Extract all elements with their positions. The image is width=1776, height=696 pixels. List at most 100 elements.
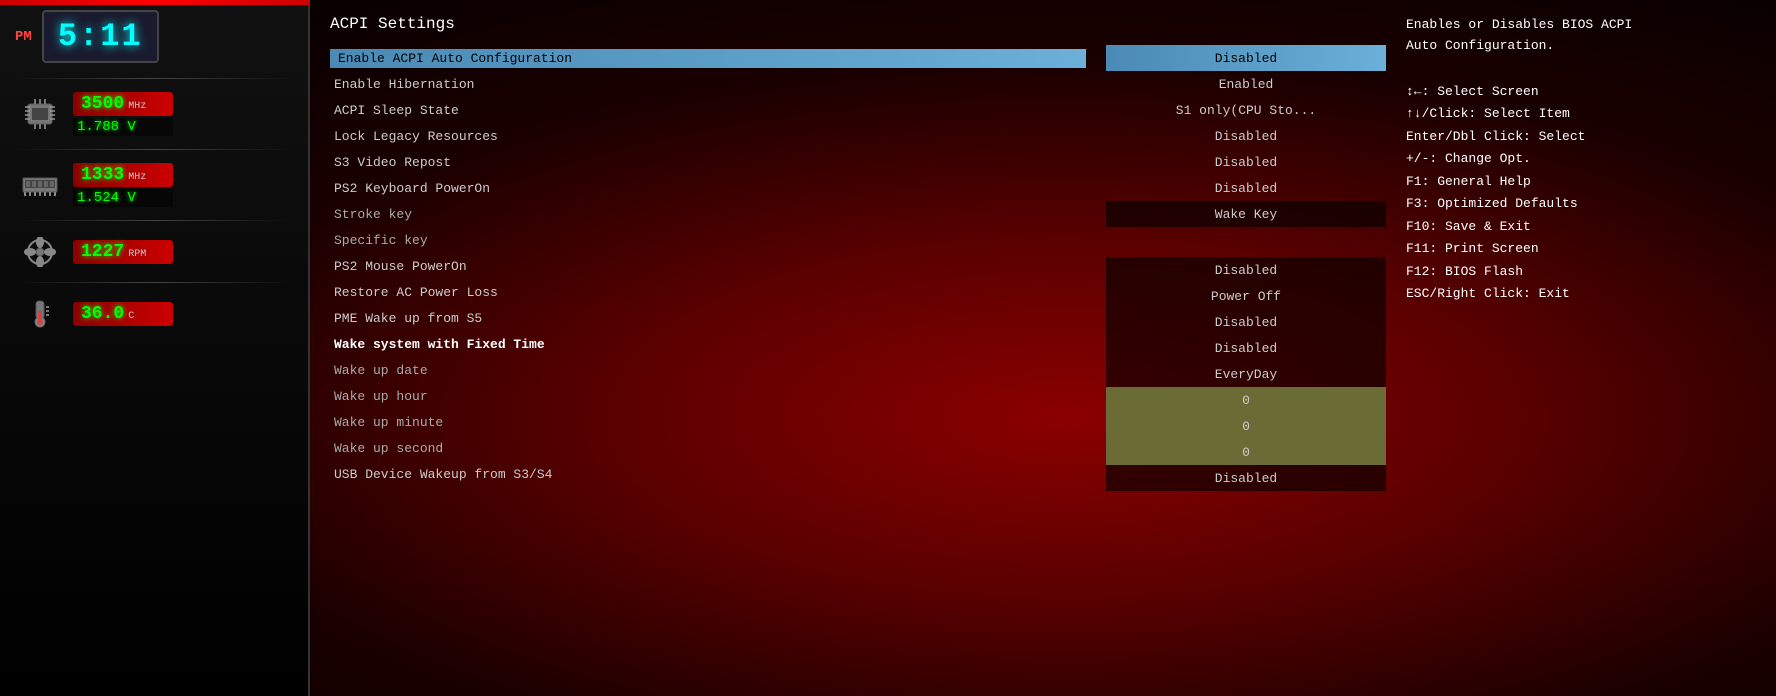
value-box-6: Wake Key bbox=[1106, 201, 1386, 227]
setting-row-14: Wake up minute bbox=[330, 409, 1086, 435]
setting-row-1[interactable]: Enable Hibernation bbox=[330, 71, 1086, 97]
value-box-1: Enabled bbox=[1106, 71, 1386, 97]
cpu-stat-row: 3500 MHz 1.788 V bbox=[15, 92, 293, 136]
divider-2 bbox=[15, 149, 293, 150]
value-box-3: Disabled bbox=[1106, 123, 1386, 149]
fan-rpm-badge: 1227 RPM bbox=[73, 240, 173, 264]
divider-3 bbox=[15, 220, 293, 221]
value-9: Power Off bbox=[1211, 289, 1281, 304]
value-0: Disabled bbox=[1215, 51, 1277, 66]
setting-label-0: Enable ACPI Auto Configuration bbox=[330, 49, 1086, 68]
setting-label-9: Restore AC Power Loss bbox=[330, 283, 502, 302]
settings-area: Enable ACPI Auto Configuration Enable Hi… bbox=[330, 45, 1386, 681]
setting-label-14: Wake up minute bbox=[330, 413, 447, 432]
value-box-8: Disabled bbox=[1106, 257, 1386, 283]
pm-label: PM bbox=[15, 29, 32, 45]
setting-row-4[interactable]: S3 Video Repost bbox=[330, 149, 1086, 175]
ram-freq-unit: MHz bbox=[128, 172, 146, 183]
help-desc-line1: Enables or Disables BIOS ACPI bbox=[1406, 17, 1632, 32]
value-box-5: Disabled bbox=[1106, 175, 1386, 201]
value-6: Wake Key bbox=[1215, 207, 1277, 222]
value-16: Disabled bbox=[1215, 471, 1277, 486]
setting-row-12: Wake up date bbox=[330, 357, 1086, 383]
setting-label-2: ACPI Sleep State bbox=[330, 101, 463, 120]
fan-values: 1227 RPM bbox=[73, 240, 173, 264]
setting-row-7: Specific key bbox=[330, 227, 1086, 253]
setting-row-9[interactable]: Restore AC Power Loss bbox=[330, 279, 1086, 305]
cpu-values: 3500 MHz 1.788 V bbox=[73, 92, 173, 136]
settings-list: Enable ACPI Auto Configuration Enable Hi… bbox=[330, 45, 1086, 681]
fan-icon bbox=[15, 234, 65, 269]
value-13: 0 bbox=[1242, 393, 1250, 408]
bios-title: ACPI Settings bbox=[330, 15, 1386, 33]
setting-label-15: Wake up second bbox=[330, 439, 447, 458]
setting-row-11[interactable]: Wake system with Fixed Time bbox=[330, 331, 1086, 357]
cpu-voltage: 1.788 V bbox=[73, 118, 173, 136]
cpu-freq-value: 3500 bbox=[81, 94, 124, 114]
left-panel: PM 5:11 bbox=[0, 0, 310, 696]
ram-voltage: 1.524 V bbox=[73, 189, 173, 207]
setting-row-0[interactable]: Enable ACPI Auto Configuration bbox=[330, 45, 1086, 71]
setting-row-8[interactable]: PS2 Mouse PowerOn bbox=[330, 253, 1086, 279]
help-key-enter: Enter/Dbl Click: Select bbox=[1406, 127, 1756, 147]
value-11: Disabled bbox=[1215, 341, 1277, 356]
red-accent-bar bbox=[0, 0, 310, 5]
setting-row-15: Wake up second bbox=[330, 435, 1086, 461]
divider-1 bbox=[15, 78, 293, 79]
cpu-icon bbox=[15, 97, 65, 132]
setting-row-10[interactable]: PME Wake up from S5 bbox=[330, 305, 1086, 331]
ram-stat-row: 1333 MHz 1.524 V bbox=[15, 163, 293, 207]
setting-label-16: USB Device Wakeup from S3/S4 bbox=[330, 465, 556, 484]
value-box-12: EveryDay bbox=[1106, 361, 1386, 387]
value-box-14: 0 bbox=[1106, 413, 1386, 439]
setting-label-1: Enable Hibernation bbox=[330, 75, 478, 94]
help-keys: ↕←: Select Screen ↑↓/Click: Select Item … bbox=[1406, 82, 1756, 304]
clock-display: 5:11 bbox=[42, 10, 159, 63]
value-10: Disabled bbox=[1215, 315, 1277, 330]
value-box-10: Disabled bbox=[1106, 309, 1386, 335]
value-box-11: Disabled bbox=[1106, 335, 1386, 361]
value-box-13: 0 bbox=[1106, 387, 1386, 413]
setting-label-12: Wake up date bbox=[330, 361, 432, 380]
bios-content: ACPI Settings Enable ACPI Auto Configura… bbox=[330, 15, 1386, 681]
setting-row-6: Stroke key bbox=[330, 201, 1086, 227]
setting-row-3[interactable]: Lock Legacy Resources bbox=[330, 123, 1086, 149]
help-key-esc: ESC/Right Click: Exit bbox=[1406, 284, 1756, 304]
setting-label-4: S3 Video Repost bbox=[330, 153, 455, 172]
ram-freq-badge: 1333 MHz bbox=[73, 163, 173, 187]
setting-row-16[interactable]: USB Device Wakeup from S3/S4 bbox=[330, 461, 1086, 487]
value-box-7 bbox=[1106, 227, 1386, 253]
help-key-change: +/-: Change Opt. bbox=[1406, 149, 1756, 169]
setting-label-13: Wake up hour bbox=[330, 387, 432, 406]
value-box-16: Disabled bbox=[1106, 465, 1386, 491]
help-panel: Enables or Disables BIOS ACPI Auto Confi… bbox=[1406, 15, 1756, 681]
ram-icon bbox=[15, 168, 65, 203]
temp-value-badge: 36.0 C bbox=[73, 302, 173, 326]
ram-freq-value: 1333 bbox=[81, 165, 124, 185]
cpu-freq-badge: 3500 MHz bbox=[73, 92, 173, 116]
setting-label-11: Wake system with Fixed Time bbox=[330, 335, 549, 354]
help-key-select-screen: ↕←: Select Screen bbox=[1406, 82, 1756, 102]
ram-values: 1333 MHz 1.524 V bbox=[73, 163, 173, 207]
setting-label-7: Specific key bbox=[330, 231, 432, 250]
help-key-f11: F11: Print Screen bbox=[1406, 239, 1756, 259]
fan-rpm-unit: RPM bbox=[128, 249, 146, 260]
value-box-0[interactable]: Disabled bbox=[1106, 45, 1386, 71]
setting-label-6: Stroke key bbox=[330, 205, 416, 224]
help-key-select-item: ↑↓/Click: Select Item bbox=[1406, 104, 1756, 124]
temp-values: 36.0 C bbox=[73, 302, 173, 326]
divider-4 bbox=[15, 282, 293, 283]
clock-section: PM 5:11 bbox=[15, 10, 293, 63]
value-14: 0 bbox=[1242, 419, 1250, 434]
value-15: 0 bbox=[1242, 445, 1250, 460]
main-bios-area: ACPI Settings Enable ACPI Auto Configura… bbox=[310, 0, 1776, 696]
setting-label-3: Lock Legacy Resources bbox=[330, 127, 502, 146]
value-3: Disabled bbox=[1215, 129, 1277, 144]
setting-row-2[interactable]: ACPI Sleep State bbox=[330, 97, 1086, 123]
setting-row-13: Wake up hour bbox=[330, 383, 1086, 409]
setting-label-8: PS2 Mouse PowerOn bbox=[330, 257, 471, 276]
temp-unit: C bbox=[128, 311, 134, 322]
setting-label-5: PS2 Keyboard PowerOn bbox=[330, 179, 494, 198]
setting-row-5[interactable]: PS2 Keyboard PowerOn bbox=[330, 175, 1086, 201]
value-12: EveryDay bbox=[1215, 367, 1277, 382]
